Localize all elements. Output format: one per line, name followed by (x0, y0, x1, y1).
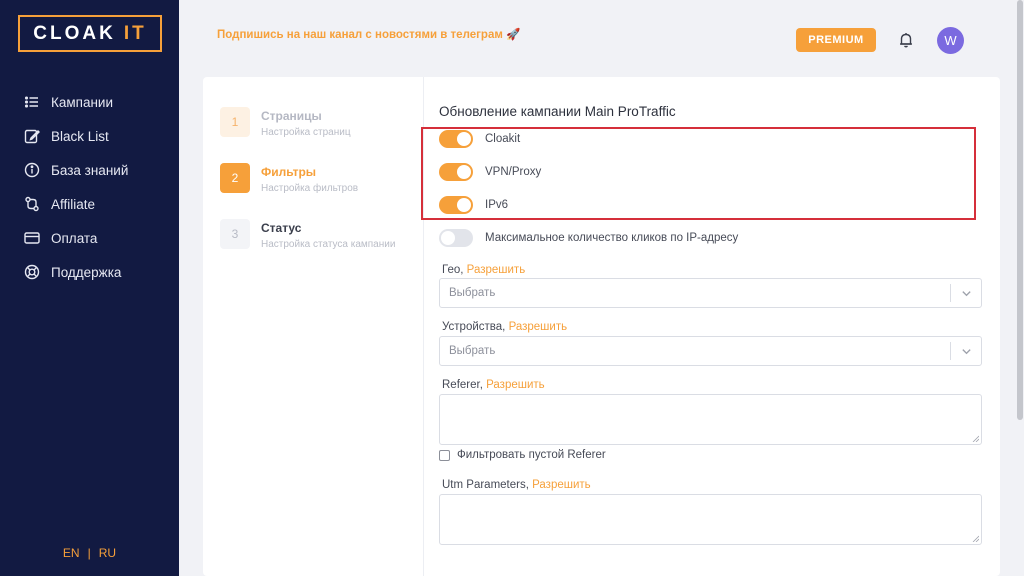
geo-select-value: Выбрать (449, 287, 496, 299)
resize-grip-icon[interactable] (972, 535, 979, 542)
ipv6-toggle[interactable] (439, 196, 473, 214)
language-switcher: EN | RU (0, 546, 179, 560)
sidebar-item-blacklist[interactable]: Black List (0, 119, 179, 153)
empty-referer-checkbox[interactable] (439, 449, 450, 461)
sidebar-item-label: Black List (51, 128, 109, 144)
sidebar-item-label: База знаний (51, 162, 129, 178)
affiliate-icon (24, 196, 40, 212)
utm-allow-link[interactable]: Разрешить (532, 479, 591, 491)
referer-label: Referer, Разрешить (442, 379, 545, 391)
devices-label-text: Устройства, (442, 321, 506, 333)
empty-referer-label: Фильтровать пустой Referer (457, 449, 606, 461)
geo-label-text: Гео, (442, 264, 464, 276)
sidebar: CLOAK IT Кампании Black List База знаний (0, 0, 179, 576)
page-scrollbar[interactable] (1016, 0, 1024, 576)
toggle-row-cloakit: Cloakit (439, 130, 520, 148)
step-number: 2 (220, 163, 250, 193)
cloakit-toggle[interactable] (439, 130, 473, 148)
sidebar-nav: Кампании Black List База знаний Affiliat… (0, 85, 179, 289)
geo-select[interactable]: Выбрать (439, 278, 982, 308)
toggle-label: Максимальное количество кликов по IP-адр… (485, 232, 739, 244)
toggle-label: IPv6 (485, 199, 509, 211)
step-number: 3 (220, 219, 250, 249)
utm-label-text: Utm Parameters, (442, 479, 529, 491)
step-title: Статус (261, 221, 302, 235)
toggle-label: Cloakit (485, 133, 521, 145)
referer-textarea[interactable] (439, 394, 982, 445)
logo-main: CLOAK (33, 22, 116, 44)
sidebar-item-label: Affiliate (51, 196, 96, 212)
main-card: 1 Страницы Настройка страниц 2 Фильтры Н… (203, 77, 1000, 576)
lifebuoy-icon (24, 264, 40, 280)
resize-grip-icon[interactable] (972, 435, 979, 442)
sidebar-item-label: Оплата (51, 230, 98, 246)
scrollbar-thumb[interactable] (1017, 0, 1023, 420)
telegram-promo-link[interactable]: Подпишись на наш канал с новостями в тел… (217, 27, 520, 41)
sidebar-item-knowledge-base[interactable]: База знаний (0, 153, 179, 187)
step-subtitle: Настройка статуса кампании (261, 239, 396, 250)
referer-label-text: Referer, (442, 379, 483, 391)
step-number: 1 (220, 107, 250, 137)
list-icon (24, 94, 40, 110)
lang-separator: | (87, 546, 91, 560)
step-title: Фильтры (261, 165, 317, 179)
step-filters[interactable]: 2 Фильтры Настройка фильтров (220, 163, 358, 194)
step-subtitle: Настройка фильтров (261, 183, 359, 194)
referer-allow-link[interactable]: Разрешить (486, 379, 545, 391)
chevron-down-icon[interactable] (951, 288, 981, 299)
bell-icon[interactable] (897, 31, 915, 49)
form-title: Обновление кампании Main ProTraffic (439, 104, 676, 119)
max-clicks-toggle[interactable] (439, 229, 473, 247)
devices-allow-link[interactable]: Разрешить (509, 321, 568, 333)
vpn-proxy-toggle[interactable] (439, 163, 473, 181)
step-subtitle: Настройка страниц (261, 127, 351, 138)
toggle-label: VPN/Proxy (485, 166, 542, 178)
geo-allow-link[interactable]: Разрешить (467, 264, 526, 276)
devices-label: Устройства, Разрешить (442, 321, 567, 333)
lang-ru[interactable]: RU (99, 546, 116, 560)
sidebar-item-label: Кампании (51, 94, 114, 110)
avatar[interactable]: W (937, 27, 964, 54)
sidebar-item-payment[interactable]: Оплата (0, 221, 179, 255)
step-status[interactable]: 3 Статус Настройка статуса кампании (220, 219, 395, 250)
step-title: Страницы (261, 109, 322, 123)
sidebar-item-label: Поддержка (51, 264, 122, 280)
toggle-row-vpn: VPN/Proxy (439, 163, 541, 181)
premium-button[interactable]: PREMIUM (796, 28, 876, 52)
utm-textarea[interactable] (439, 494, 982, 545)
utm-label: Utm Parameters, Разрешить (442, 479, 591, 491)
sidebar-item-campaigns[interactable]: Кампании (0, 85, 179, 119)
steps-panel: 1 Страницы Настройка страниц 2 Фильтры Н… (203, 77, 424, 576)
sidebar-item-affiliate[interactable]: Affiliate (0, 187, 179, 221)
toggle-row-ipv6: IPv6 (439, 196, 508, 214)
chevron-down-icon[interactable] (951, 346, 981, 357)
sidebar-item-support[interactable]: Поддержка (0, 255, 179, 289)
step-pages[interactable]: 1 Страницы Настройка страниц (220, 107, 351, 138)
credit-card-icon (24, 230, 40, 246)
devices-select[interactable]: Выбрать (439, 336, 982, 366)
info-icon (24, 162, 40, 178)
geo-label: Гео, Разрешить (442, 264, 525, 276)
lang-en[interactable]: EN (63, 546, 80, 560)
logo[interactable]: CLOAK IT (18, 15, 162, 52)
devices-select-value: Выбрать (449, 345, 496, 357)
toggle-row-max-clicks: Максимальное количество кликов по IP-адр… (439, 229, 738, 247)
edit-icon (24, 128, 40, 144)
logo-accent: IT (123, 22, 147, 44)
empty-referer-row: Фильтровать пустой Referer (439, 449, 606, 461)
